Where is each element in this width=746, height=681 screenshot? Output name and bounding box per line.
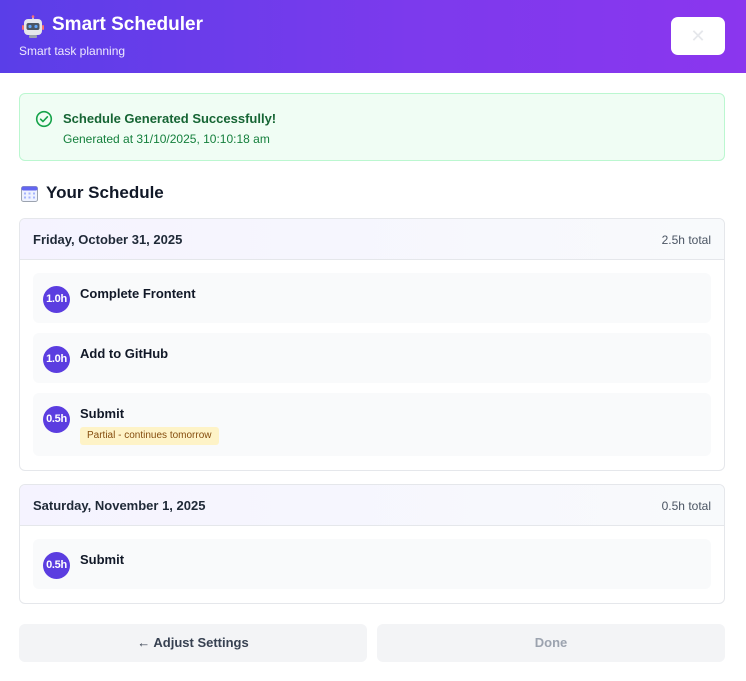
success-title: Schedule Generated Successfully! bbox=[63, 111, 277, 126]
modal-title: Smart Scheduler bbox=[52, 14, 203, 35]
task-item: 0.5h Submit bbox=[33, 539, 711, 589]
task-name: Complete Frontent bbox=[80, 286, 196, 301]
scheduler-modal: Smart Scheduler Smart task planning ✕ Sc… bbox=[0, 0, 746, 681]
day-total: 0.5h total bbox=[661, 499, 711, 513]
task-hours-badge: 1.0h bbox=[43, 286, 70, 313]
check-circle-icon bbox=[35, 110, 53, 128]
robot-icon bbox=[22, 15, 44, 38]
task-hours-badge: 0.5h bbox=[43, 552, 70, 579]
task-hours-badge: 0.5h bbox=[43, 406, 70, 433]
day-card: Saturday, November 1, 2025 0.5h total 0.… bbox=[19, 484, 725, 604]
success-banner: Schedule Generated Successfully! Generat… bbox=[19, 93, 725, 161]
day-date: Saturday, November 1, 2025 bbox=[33, 498, 206, 513]
modal-header: Smart Scheduler Smart task planning ✕ bbox=[0, 0, 746, 73]
close-icon: ✕ bbox=[690, 26, 706, 46]
day-card: Friday, October 31, 2025 2.5h total 1.0h… bbox=[19, 218, 725, 471]
day-total: 2.5h total bbox=[661, 233, 711, 247]
task-item: 1.0h Complete Frontent bbox=[33, 273, 711, 323]
task-name: Add to GitHub bbox=[80, 346, 169, 361]
day-date: Friday, October 31, 2025 bbox=[33, 232, 183, 247]
task-item: 0.5h Submit Partial - continues tomorrow bbox=[33, 393, 711, 456]
task-item: 1.0h Add to GitHub bbox=[33, 333, 711, 383]
modal-subtitle: Smart task planning bbox=[19, 44, 126, 58]
schedule-title: Your Schedule bbox=[46, 183, 164, 202]
task-hours-badge: 1.0h bbox=[43, 346, 70, 373]
adjust-settings-button[interactable]: ← Adjust Settings bbox=[19, 624, 367, 662]
partial-badge: Partial - continues tomorrow bbox=[80, 427, 219, 445]
day-header: Friday, October 31, 2025 2.5h total bbox=[20, 219, 724, 260]
close-button[interactable]: ✕ bbox=[671, 17, 725, 55]
generated-timestamp: Generated at 31/10/2025, 10:10:18 am bbox=[63, 132, 270, 146]
task-name: Submit bbox=[80, 406, 125, 421]
calendar-icon bbox=[21, 186, 38, 202]
task-name: Submit bbox=[80, 552, 125, 567]
done-button[interactable]: Done bbox=[377, 624, 725, 662]
day-header: Saturday, November 1, 2025 0.5h total bbox=[20, 485, 724, 526]
